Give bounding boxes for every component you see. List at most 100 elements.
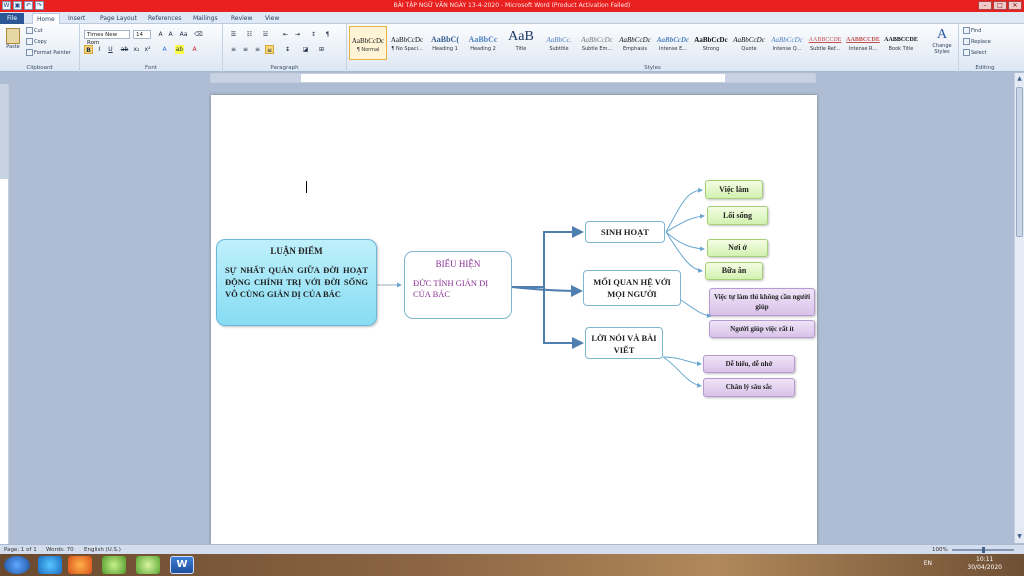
- style-title[interactable]: AaB Title: [502, 26, 540, 60]
- tab-references[interactable]: References: [144, 13, 185, 24]
- style-quote[interactable]: AaBbCcDc Quote: [730, 26, 768, 60]
- node-moi-quan-he[interactable]: MỐI QUAN HỆ VỚI MỌI NGƯỜI: [583, 270, 681, 306]
- start-button-icon[interactable]: [4, 556, 30, 574]
- pilcrow-icon[interactable]: ¶: [323, 30, 332, 39]
- decrease-indent-icon[interactable]: ⇤: [281, 30, 290, 39]
- tab-mailings[interactable]: Mailings: [189, 13, 222, 24]
- vertical-ruler[interactable]: [0, 84, 9, 544]
- format-painter-button[interactable]: Format Painter: [26, 49, 71, 56]
- bullets-icon[interactable]: ☰: [229, 30, 238, 39]
- vertical-scrollbar[interactable]: ▲ ▼: [1014, 73, 1024, 543]
- title-bar: W ▣ ↶ ↷ BÀI TẬP NGỮ VĂN NGÀY 13-4-2020 -…: [0, 0, 1024, 12]
- paste-button[interactable]: Paste: [4, 28, 22, 50]
- horizontal-ruler[interactable]: [210, 73, 816, 83]
- leaf-de-hieu[interactable]: Dễ hiểu, dễ nhớ: [703, 355, 795, 373]
- align-center-icon[interactable]: ≡: [241, 45, 250, 54]
- scroll-down-icon[interactable]: ▼: [1016, 533, 1023, 541]
- copy-button[interactable]: Copy: [26, 38, 47, 45]
- luan-diem-heading: LUẬN ĐIỂM: [270, 246, 323, 256]
- word-taskbar-icon[interactable]: W: [170, 556, 194, 574]
- text-effects-icon[interactable]: A: [160, 45, 169, 54]
- find-button[interactable]: Find: [963, 27, 981, 34]
- style-intense-quote[interactable]: AaBbCcDc Intense Q...: [768, 26, 806, 60]
- tab-page-layout[interactable]: Page Layout: [96, 13, 141, 24]
- style-intense-emphasis[interactable]: AaBbCcDc Intense E...: [654, 26, 692, 60]
- superscript-button[interactable]: x²: [143, 45, 152, 54]
- align-right-icon[interactable]: ≡: [253, 45, 262, 54]
- style-subtle-emphasis[interactable]: AaBbCcDc Subtle Em...: [578, 26, 616, 60]
- close-icon[interactable]: ✕: [1008, 1, 1022, 10]
- shrink-font-button[interactable]: A: [166, 30, 175, 39]
- font-color-icon[interactable]: A: [190, 45, 199, 54]
- style-heading-2[interactable]: AaBbCc Heading 2: [464, 26, 502, 60]
- leaf-bua-an[interactable]: Bữa ăn: [705, 262, 763, 280]
- sort-icon[interactable]: ↕: [309, 30, 318, 39]
- top-margin-marker: [0, 84, 8, 179]
- italic-button[interactable]: I: [95, 45, 104, 54]
- node-loi-noi[interactable]: LỜI NÓI VÀ BÀI VIẾT: [585, 327, 663, 359]
- connector-chan-ly: [662, 356, 702, 388]
- tab-view[interactable]: View: [261, 13, 283, 24]
- select-button[interactable]: Select: [963, 49, 986, 56]
- font-name-box[interactable]: Times New Rom: [84, 30, 130, 46]
- style-book-title[interactable]: AABBCCDE Book Title: [882, 26, 920, 60]
- increase-indent-icon[interactable]: ⇥: [293, 30, 302, 39]
- style-no-spacing[interactable]: AaBbCcDc ¶ No Spaci...: [388, 26, 426, 60]
- taskbar-clock[interactable]: 10:11 30/04/2020: [967, 556, 1002, 572]
- app-icon[interactable]: [102, 556, 126, 574]
- justify-icon[interactable]: ≡: [265, 45, 274, 54]
- find-icon: [963, 27, 970, 34]
- leaf-viec-lam[interactable]: Việc làm: [705, 180, 763, 199]
- minimize-icon[interactable]: –: [978, 1, 992, 10]
- language-indicator[interactable]: EN: [924, 560, 932, 568]
- strikethrough-button[interactable]: ab: [120, 45, 129, 54]
- firefox-icon[interactable]: [68, 556, 92, 574]
- leaf-chan-ly[interactable]: Chân lý sâu sắc: [703, 378, 795, 397]
- style-heading-1[interactable]: AaBbC(Heading 1: [426, 26, 464, 60]
- style-strong[interactable]: AaBbCcDc Strong: [692, 26, 730, 60]
- leaf-loi-song[interactable]: Lối sống: [707, 206, 768, 225]
- style-intense-reference[interactable]: AABBCCDE Intense R...: [844, 26, 882, 60]
- align-left-icon[interactable]: ≡: [229, 45, 238, 54]
- change-styles-button[interactable]: A Change Styles: [927, 27, 957, 55]
- scroll-up-icon[interactable]: ▲: [1016, 75, 1023, 83]
- change-case-button[interactable]: Aa: [179, 30, 188, 39]
- zoom-slider-thumb[interactable]: [982, 547, 985, 553]
- bold-button[interactable]: B: [84, 45, 93, 54]
- font-size-box[interactable]: 14: [133, 30, 151, 39]
- app-icon-2[interactable]: [136, 556, 160, 574]
- numbering-icon[interactable]: ☷: [245, 30, 254, 39]
- tab-review[interactable]: Review: [227, 13, 256, 24]
- ie-icon[interactable]: [38, 556, 62, 574]
- clock-time: 10:11: [976, 556, 994, 563]
- line-spacing-icon[interactable]: ↨: [283, 45, 292, 54]
- underline-button[interactable]: U: [106, 45, 115, 54]
- leaf-nguoi-giup[interactable]: Người giúp việc rất ít: [709, 320, 815, 338]
- multilevel-icon[interactable]: ☱: [261, 30, 270, 39]
- style-subtle-reference[interactable]: AABBCCDE Subtle Ref...: [806, 26, 844, 60]
- tab-file[interactable]: File: [0, 13, 24, 24]
- tab-home[interactable]: Home: [32, 13, 60, 24]
- subscript-button[interactable]: x₂: [132, 45, 141, 54]
- style-normal[interactable]: AaBbCcDc ¶ Normal: [349, 26, 387, 60]
- tab-insert[interactable]: Insert: [64, 13, 89, 24]
- replace-button[interactable]: Replace: [963, 38, 991, 45]
- taskbar: W EN 10:11 30/04/2020: [0, 554, 1024, 576]
- document-page[interactable]: LUẬN ĐIỂM Sự nhất quán giữa đời hoạt độn…: [211, 95, 817, 545]
- shading-icon[interactable]: ◪: [301, 45, 310, 54]
- node-sinh-hoat[interactable]: SINH HOẠT: [585, 221, 665, 243]
- grow-font-button[interactable]: A: [156, 30, 165, 39]
- clear-format-icon[interactable]: ⌫: [194, 30, 203, 39]
- leaf-viec-tu-lam[interactable]: Việc tự làm thì không cần người giúp: [709, 288, 815, 316]
- style-subtitle[interactable]: AaBbCc. Subtitle: [540, 26, 578, 60]
- scroll-thumb[interactable]: [1016, 87, 1023, 237]
- leaf-noi-o[interactable]: Nơi ở: [707, 239, 768, 257]
- style-emphasis[interactable]: AaBbCcDc Emphasis: [616, 26, 654, 60]
- maximize-icon[interactable]: □: [993, 1, 1007, 10]
- borders-icon[interactable]: ⊞: [317, 45, 326, 54]
- node-luan-diem[interactable]: LUẬN ĐIỂM Sự nhất quán giữa đời hoạt độn…: [216, 239, 377, 326]
- node-bieu-hien[interactable]: BIỂU HIỆN ĐỨC TÍNH GIẢN DỊ CỦA BÁC: [404, 251, 512, 319]
- cut-button[interactable]: Cut: [26, 27, 43, 34]
- highlight-icon[interactable]: ab: [175, 45, 184, 54]
- luan-diem-body: Sự nhất quán giữa đời hoạt động chính tr…: [225, 265, 368, 299]
